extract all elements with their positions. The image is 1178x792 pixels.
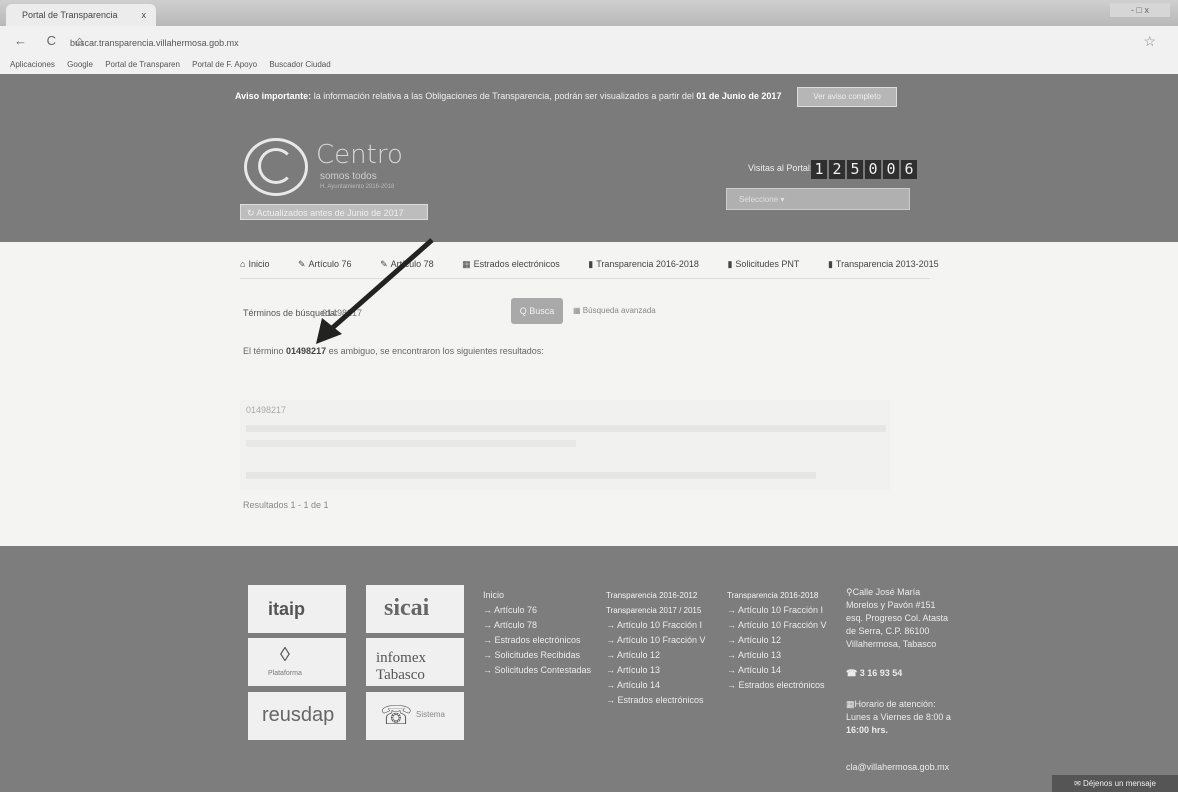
footer-col-heading[interactable]: Transparencia 2017 / 2015	[606, 603, 706, 618]
hours-line: ▦Horario de atención:	[846, 698, 951, 711]
footer-links-transparencia-2016: Transparencia 2016-2018 → Artículo 10 Fr…	[727, 588, 827, 693]
footer-link[interactable]: → Artículo 10 Fracción I	[727, 603, 827, 618]
footer-link[interactable]: → Estrados electrónicos	[606, 693, 706, 708]
badge-label: infomex Tabasco	[376, 650, 426, 683]
address-text: Calle José María	[852, 587, 921, 597]
footer-link[interactable]: → Solicitudes Recibidas	[483, 648, 591, 663]
footer-link[interactable]: → Artículo 12	[606, 648, 706, 663]
badge-label: Sistema	[416, 710, 445, 719]
footer-link[interactable]: → Estrados electrónicos	[727, 678, 827, 693]
footer-link[interactable]: → Artículo 13	[606, 663, 706, 678]
itaip-logo[interactable]: itaip	[248, 585, 346, 633]
footer-col-heading[interactable]: Transparencia 2016-2018	[727, 588, 827, 603]
footer-links-transparencia-2012: Transparencia 2016-2012 Transparencia 20…	[606, 588, 706, 708]
badge-label: Plataforma	[268, 670, 302, 677]
footer-link[interactable]: → Artículo 14	[727, 663, 827, 678]
footer-links-main: Inicio → Artículo 76 → Artículo 78 → Est…	[483, 588, 591, 678]
mail-icon: ✉	[1074, 779, 1083, 788]
footer-link[interactable]: → Artículo 12	[727, 633, 827, 648]
footer-link[interactable]: → Artículo 10 Fracción I	[606, 618, 706, 633]
hours-line: Lunes a Viernes de 8:00 a	[846, 712, 951, 722]
phone-icon: ☎	[846, 668, 860, 678]
badge-label: itaip	[268, 599, 306, 619]
address-line: de Serra, C.P. 86100	[846, 626, 930, 636]
reusdap-logo[interactable]: reusdap	[248, 692, 346, 740]
plataforma-icon: ◊	[280, 644, 290, 666]
footer-link[interactable]: → Artículo 76	[483, 603, 591, 618]
email-link[interactable]: cla@villahermosa.gob.mx	[846, 761, 951, 774]
calendar-icon: ▦	[846, 699, 855, 709]
address-line: Villahermosa, Tabasco	[846, 639, 937, 649]
leave-message-button[interactable]: ✉ Déjenos un mensaje	[1052, 775, 1178, 792]
address-line: Morelos y Pavón #151	[846, 600, 936, 610]
sicai-logo[interactable]: sicai	[366, 585, 464, 633]
footer-link[interactable]: → Solicitudes Contestadas	[483, 663, 591, 678]
infomex-logo[interactable]: infomex Tabasco	[366, 638, 464, 686]
badge-label: sicai	[384, 595, 430, 621]
footer-link[interactable]: → Artículo 10 Fracción V	[727, 618, 827, 633]
phone-text: 3 16 93 54	[859, 668, 903, 678]
hours-text: Horario de atención:	[854, 699, 936, 709]
address-line: ⚲Calle José María	[846, 586, 951, 599]
badge-label: reusdap	[262, 704, 335, 726]
footer-link[interactable]: → Artículo 78	[483, 618, 591, 633]
footer-link[interactable]: → Artículo 10 Fracción V	[606, 633, 706, 648]
footer-link-inicio[interactable]: Inicio	[483, 588, 591, 603]
sistema-logo[interactable]: ☏ Sistema	[366, 692, 464, 740]
sistema-icon: ☏	[380, 700, 413, 730]
footer-col-heading[interactable]: Transparencia 2016-2012	[606, 588, 706, 603]
footer-link[interactable]: → Estrados electrónicos	[483, 633, 591, 648]
map-pin-icon: ⚲	[846, 587, 853, 597]
footer-link[interactable]: → Artículo 13	[727, 648, 827, 663]
phone-line: ☎ 3 16 93 54	[846, 667, 951, 680]
footer-contact: ⚲Calle José María Morelos y Pavón #151 e…	[846, 586, 951, 774]
hours-line: 16:00 hrs.	[846, 725, 889, 735]
address-line: esq. Progreso Col. Atasta	[846, 613, 949, 623]
footer-link[interactable]: → Artículo 14	[606, 678, 706, 693]
plataforma-logo[interactable]: ◊ Plataforma	[248, 638, 346, 686]
leave-message-label: Déjenos un mensaje	[1083, 779, 1156, 788]
